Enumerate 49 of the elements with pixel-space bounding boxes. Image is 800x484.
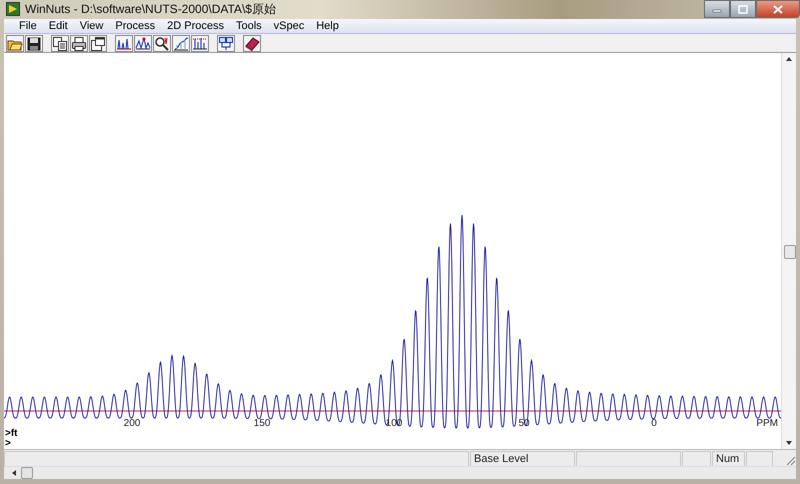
axis-unit-label: PPM — [756, 418, 778, 429]
vertical-scrollbar[interactable] — [781, 53, 796, 449]
toolbar-button[interactable] — [70, 35, 88, 52]
command-line: > — [5, 439, 12, 449]
up-arrow-icon — [785, 55, 793, 63]
menu-item[interactable]: Process — [108, 20, 160, 32]
axis-label: 0 — [651, 418, 657, 429]
down-arrow-icon — [785, 439, 793, 447]
axis-label: 150 — [254, 418, 270, 429]
left-arrow-icon — [10, 469, 18, 477]
toolbar-button[interactable] — [51, 35, 69, 52]
command-line: >ft — [5, 429, 18, 439]
maximize-icon — [738, 4, 748, 14]
spectrum-peaks-icon — [135, 36, 151, 52]
close-icon — [773, 4, 783, 14]
linked-boxes-icon — [218, 36, 234, 52]
menu-item[interactable]: Tools — [228, 20, 267, 32]
menu-item[interactable]: vSpec — [266, 20, 310, 32]
toolbar-button[interactable] — [172, 35, 190, 52]
menu-item[interactable]: 2D Process — [160, 20, 229, 32]
toolbar-button[interactable] — [217, 35, 235, 52]
menu-item[interactable]: Edit — [42, 20, 73, 32]
menu-item[interactable]: View — [72, 20, 108, 32]
printer-icon — [71, 36, 87, 52]
toolbar-button[interactable] — [243, 35, 261, 52]
copy-icon — [52, 36, 68, 52]
menu-item[interactable]: Help — [309, 20, 344, 32]
toolbar-button[interactable] — [153, 35, 171, 52]
maximize-button[interactable] — [730, 0, 756, 18]
toolbar-button[interactable] — [89, 35, 107, 52]
close-button[interactable] — [756, 0, 800, 18]
resize-grip-icon[interactable] — [784, 454, 796, 466]
toolbar-button[interactable] — [25, 35, 43, 52]
toolbar-button[interactable] — [115, 35, 133, 52]
toolbar-button[interactable] — [6, 35, 24, 52]
axis-label: 200 — [124, 418, 140, 429]
window-icon — [90, 36, 106, 52]
zoom-spectrum-icon — [154, 36, 170, 52]
window-title: WinNuts - D:\software\NUTS-2000\DATA\$原始 — [25, 0, 277, 18]
toolbar-button[interactable] — [191, 35, 209, 52]
bar-markers-icon — [192, 36, 208, 52]
app-icon — [6, 2, 20, 16]
scrollbar-thumb[interactable] — [21, 467, 33, 479]
horizontal-scrollbar[interactable] — [4, 466, 796, 479]
minimize-button[interactable] — [704, 0, 730, 18]
scrollbar-thumb[interactable] — [784, 245, 796, 259]
toolbar-button[interactable] — [134, 35, 152, 52]
menu-item[interactable]: File — [12, 20, 42, 32]
integral-icon — [173, 36, 189, 52]
